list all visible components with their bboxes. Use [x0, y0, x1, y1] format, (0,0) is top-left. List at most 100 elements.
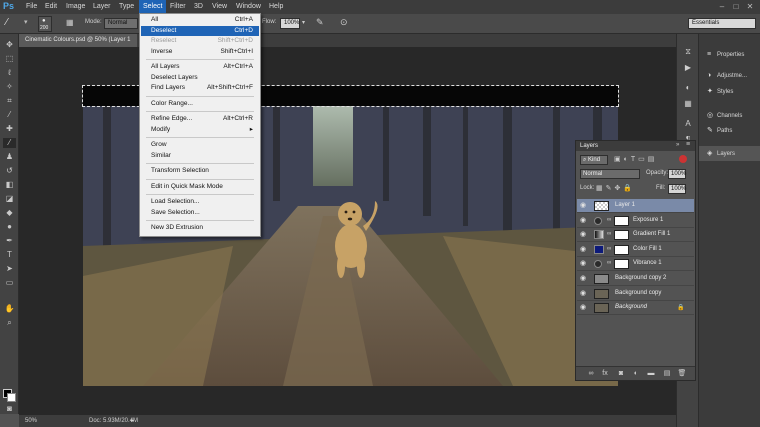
brush-panel-icon[interactable]: ▦: [66, 18, 74, 27]
swatches-icon[interactable]: ▦: [682, 98, 694, 109]
color-icon[interactable]: ◐: [682, 82, 694, 93]
filter-toggle-icon[interactable]: [679, 155, 687, 163]
menu-filter[interactable]: Filter: [166, 0, 190, 14]
mask-link-icon[interactable]: ∞: [607, 260, 611, 266]
link-layers-icon[interactable]: ∞: [586, 370, 596, 378]
path-select-tool-icon[interactable]: ➤: [3, 264, 16, 274]
layer-row[interactable]: ◉ Background copy 2: [577, 272, 694, 286]
character-icon[interactable]: A: [682, 118, 694, 129]
chevron-right-icon[interactable]: ▸: [131, 417, 134, 424]
zoom-level[interactable]: 50%: [25, 418, 37, 424]
dock-properties[interactable]: ≡ Properties: [699, 47, 760, 62]
layer-row[interactable]: ◉ ∞ Color Fill 1: [577, 242, 694, 257]
menu-item-deselect-layers[interactable]: Deselect Layers: [141, 73, 259, 83]
layer-mask-thumbnail[interactable]: [614, 259, 629, 270]
layer-row[interactable]: ◉ Layer 1: [577, 199, 694, 213]
menu-help[interactable]: Help: [265, 0, 287, 14]
layer-mask-thumbnail[interactable]: [614, 244, 629, 255]
chevron-down-icon[interactable]: ▾: [24, 18, 28, 26]
layer-thumbnail[interactable]: [594, 288, 609, 299]
shape-tool-icon[interactable]: ▭: [3, 278, 16, 288]
eye-icon[interactable]: ◉: [580, 275, 588, 283]
eye-icon[interactable]: ◉: [580, 304, 588, 312]
flow-input[interactable]: 100%: [280, 18, 300, 29]
pen-tool-icon[interactable]: ✒: [3, 236, 16, 246]
dock-channels[interactable]: ◎ Channels: [699, 108, 760, 123]
layer-name[interactable]: Layer 1: [615, 202, 635, 208]
menu-item-edit-in-quick-mask-mode[interactable]: Edit in Quick Mask Mode: [141, 182, 259, 192]
history-icon[interactable]: ⧖: [682, 46, 694, 57]
new-layer-icon[interactable]: ▤: [662, 370, 672, 378]
layer-row[interactable]: ◉ Background copy: [577, 286, 694, 301]
layer-name[interactable]: Background copy 2: [615, 275, 666, 281]
minimize-icon[interactable]: –: [716, 2, 728, 12]
eye-icon[interactable]: ◉: [580, 202, 588, 210]
menu-layer[interactable]: Layer: [89, 0, 115, 14]
eye-icon[interactable]: ◉: [580, 231, 588, 239]
airbrush-icon[interactable]: ✎: [316, 17, 324, 28]
brush-tool-icon[interactable]: ⁄: [6, 17, 8, 28]
chevron-down-icon[interactable]: ▾: [302, 19, 305, 26]
menu-item-refine-edge[interactable]: Refine Edge... Alt+Ctrl+R: [141, 114, 259, 124]
layer-name[interactable]: Vibrance 1: [633, 260, 662, 266]
type-tool-icon[interactable]: T: [3, 250, 16, 260]
eraser-tool-icon[interactable]: ◧: [3, 180, 16, 190]
layer-name[interactable]: Color Fill 1: [633, 246, 662, 252]
layer-thumbnail[interactable]: [594, 201, 609, 211]
healing-tool-icon[interactable]: ✚: [3, 124, 16, 134]
dock-adjustments[interactable]: ◑ Adjustme...: [699, 68, 760, 83]
clone-stamp-tool-icon[interactable]: ♟: [3, 152, 16, 162]
menu-item-find-layers[interactable]: Find Layers Alt+Shift+Ctrl+F: [141, 83, 259, 93]
layer-mask-thumbnail[interactable]: [614, 230, 629, 241]
trash-icon[interactable]: 🗑: [677, 370, 687, 378]
actions-icon[interactable]: ▶: [682, 62, 694, 73]
menu-item-color-range[interactable]: Color Range...: [141, 99, 259, 109]
menu-edit[interactable]: Edit: [41, 0, 61, 14]
menu-item-modify[interactable]: Modify ▸: [141, 125, 259, 135]
layer-name[interactable]: Gradient Fill 1: [633, 231, 670, 237]
layer-filter-icons[interactable]: ▣◐T▭▤: [614, 155, 657, 163]
close-icon[interactable]: ✕: [744, 2, 756, 12]
quick-select-tool-icon[interactable]: ✧: [3, 82, 16, 92]
workspace-select[interactable]: Essentials: [688, 18, 756, 29]
dodge-tool-icon[interactable]: ●: [3, 222, 16, 232]
panel-menu-icon[interactable]: ≡: [686, 141, 690, 148]
menu-item-similar[interactable]: Similar: [141, 151, 259, 161]
mask-link-icon[interactable]: ∞: [607, 246, 611, 252]
paint-bucket-tool-icon[interactable]: ◪: [3, 194, 16, 204]
mode-select[interactable]: Normal: [104, 18, 138, 29]
menu-view[interactable]: View: [208, 0, 231, 14]
panel-collapse-icon[interactable]: »: [676, 142, 679, 148]
layer-mask-thumbnail[interactable]: [614, 215, 629, 226]
eye-icon[interactable]: ◉: [580, 260, 588, 268]
menu-file[interactable]: File: [22, 0, 41, 14]
crop-tool-icon[interactable]: ⌗: [3, 96, 16, 106]
menu-image[interactable]: Image: [62, 0, 89, 14]
add-mask-icon[interactable]: ◙: [616, 370, 626, 378]
layer-thumbnail[interactable]: [594, 274, 609, 284]
layer-row[interactable]: ◉ ∞ Gradient Fill 1: [577, 228, 694, 243]
opacity-input[interactable]: 100%: [668, 169, 686, 179]
zoom-tool-icon[interactable]: ⌕: [3, 318, 16, 328]
layer-name[interactable]: Background copy: [615, 290, 661, 296]
menu-item-load-selection[interactable]: Load Selection...: [141, 197, 259, 207]
dock-styles[interactable]: ✦ Styles: [699, 84, 760, 99]
menu-item-inverse[interactable]: Inverse Shift+Ctrl+I: [141, 47, 259, 57]
dock-paths[interactable]: ✎ Paths: [699, 123, 760, 138]
maximize-icon[interactable]: □: [730, 2, 742, 12]
fx-icon[interactable]: fx: [600, 370, 610, 378]
menu-3d[interactable]: 3D: [190, 0, 207, 14]
mask-link-icon[interactable]: ∞: [607, 217, 611, 223]
menu-select[interactable]: Select: [139, 0, 167, 14]
layer-name[interactable]: Exposure 1: [633, 217, 663, 223]
menu-window[interactable]: Window: [232, 0, 265, 14]
menu-type[interactable]: Type: [115, 0, 138, 14]
layer-row[interactable]: ◉ Background 🔒: [577, 301, 694, 316]
layer-row[interactable]: ◉ ∞ Vibrance 1: [577, 257, 694, 272]
hand-tool-icon[interactable]: ✋: [3, 304, 16, 314]
new-adjustment-icon[interactable]: ◐: [631, 370, 641, 378]
layer-row[interactable]: ◉ ∞ Exposure 1: [577, 213, 694, 228]
brush-tool-icon[interactable]: ⁄: [3, 138, 16, 148]
lasso-tool-icon[interactable]: ℓ: [3, 68, 16, 78]
new-group-icon[interactable]: ▬: [646, 370, 656, 378]
